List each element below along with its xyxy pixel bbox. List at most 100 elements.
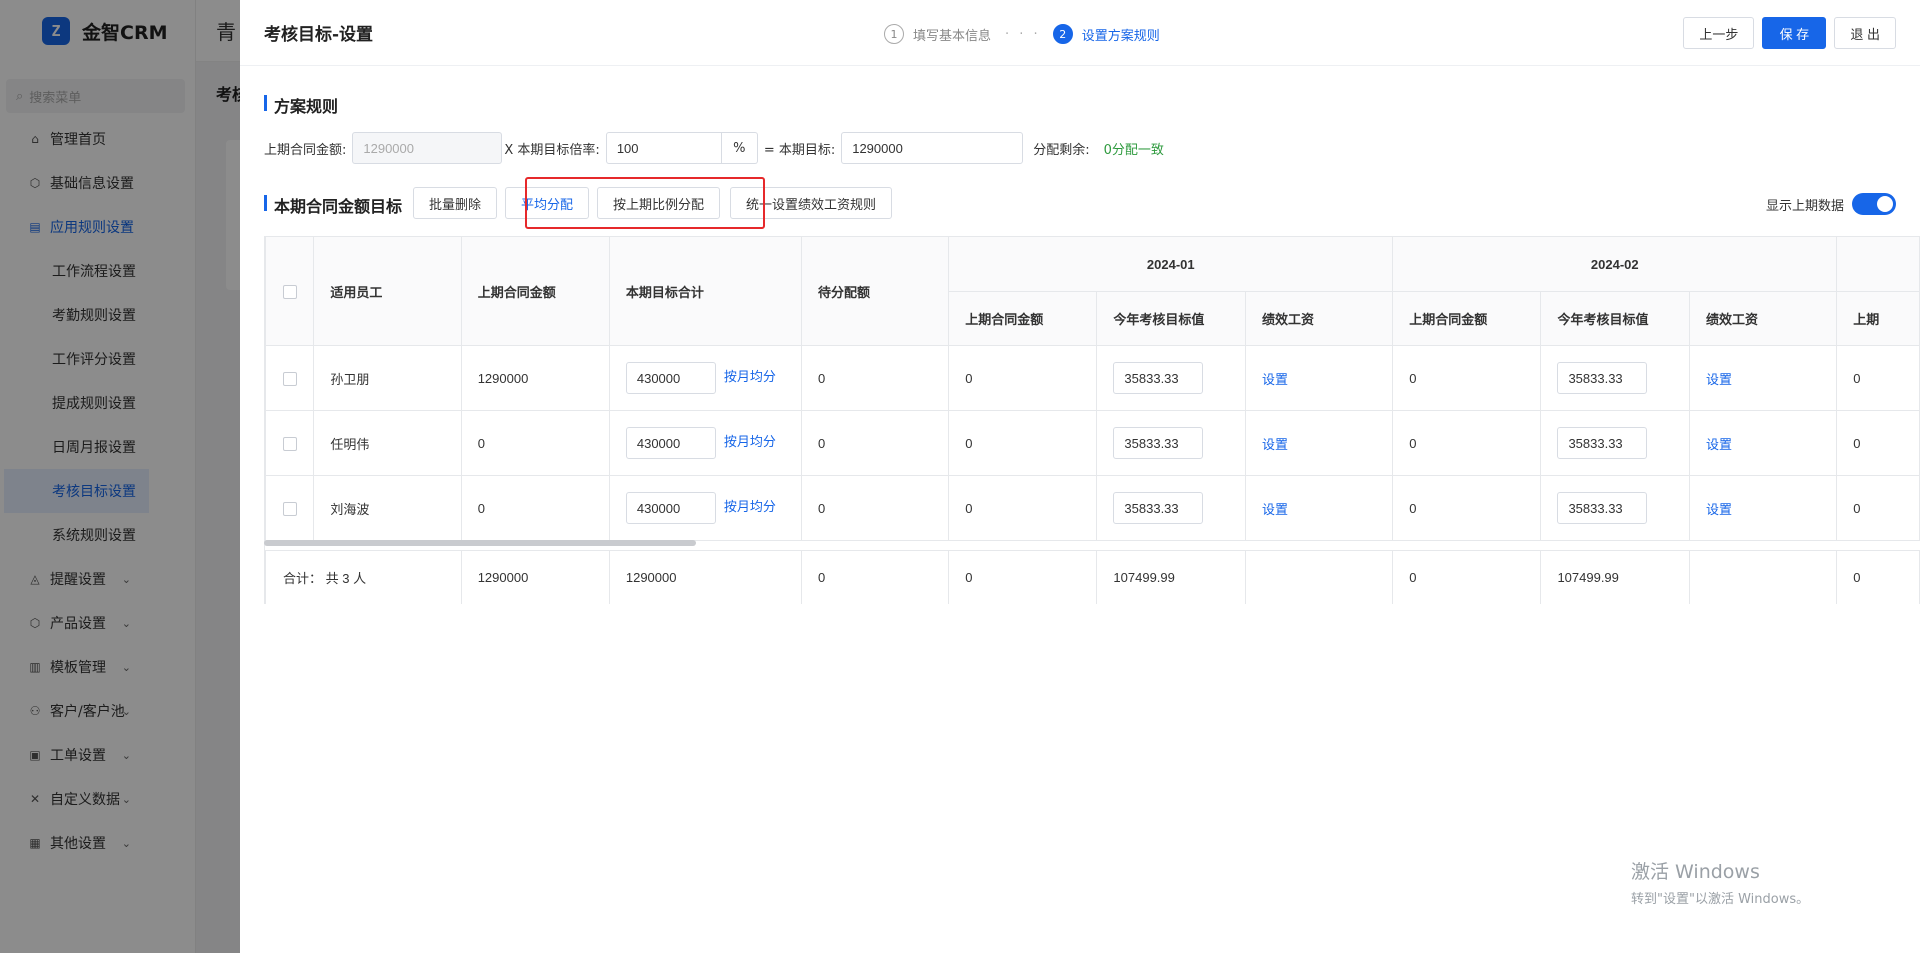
row-checkbox[interactable] (283, 436, 297, 451)
col-month-3 (1836, 236, 1920, 292)
m1-salary-set-link[interactable]: 设置 (1262, 502, 1288, 517)
m2-salary-set-link[interactable]: 设置 (1706, 372, 1732, 387)
watermark-line1: 激活 Windows (1631, 861, 1760, 883)
total-m1-target: 107499.99 (1096, 550, 1246, 604)
sub-perf-salary: 绩效工资 (1244, 291, 1394, 346)
cell-employee: 刘海波 (313, 475, 462, 541)
total-m2-salary (1689, 550, 1838, 604)
cell-m3-prev: 0 (1836, 475, 1920, 541)
target-label: = 本期目标: (763, 142, 836, 158)
sub-prev-amount: 上期合同金额 (1392, 291, 1542, 346)
target-total-input[interactable]: 430000 (625, 427, 716, 459)
multiplier-label: X 本期目标倍率: (504, 142, 600, 158)
cell-target-total: 430000 按月均分 (608, 345, 802, 411)
cell-m1-target: 35833.33 (1096, 410, 1246, 476)
show-prev-data: 显示上期数据 (1766, 193, 1896, 215)
m2-target-input[interactable]: 35833.33 (1557, 362, 1648, 394)
cell-target-total: 430000 按月均分 (608, 475, 802, 541)
prev-step-button[interactable]: 上一步 (1683, 17, 1755, 49)
cell-m1-prev: 0 (948, 475, 1098, 541)
header-row: 适用员工 上期合同金额 本期目标合计 待分配额 2024-01 2024-02 (265, 236, 1920, 346)
total-row: 合计： 共 3 人 1290000 1290000 0 0 107499.99 … (265, 550, 1920, 604)
exit-button[interactable]: 退 出 (1834, 17, 1896, 49)
monthly-split-link[interactable]: 按月均分 (724, 369, 776, 384)
drawer-header: 考核目标-设置 1 填写基本信息 · · · 2 设置方案规则 上一步 保 存 … (240, 0, 1920, 66)
target-total-input[interactable]: 430000 (625, 492, 716, 524)
cell-m2-target: 35833.33 (1540, 475, 1691, 541)
col-month-1: 2024-01 (948, 236, 1394, 292)
row-checkbox-cell (265, 410, 315, 476)
monthly-split-link[interactable]: 按月均分 (724, 499, 776, 514)
multiplier-input[interactable]: 100 (605, 132, 722, 164)
m2-salary-set-link[interactable]: 设置 (1706, 502, 1732, 517)
m1-target-input[interactable]: 35833.33 (1113, 427, 1204, 459)
step-dots: · · · (1005, 26, 1041, 42)
m2-target-input[interactable]: 35833.33 (1557, 427, 1648, 459)
m2-target-input[interactable]: 35833.33 (1557, 492, 1648, 524)
col-pending: 待分配额 (800, 236, 950, 346)
cell-pending: 0 (800, 345, 950, 411)
target-table: 适用员工 上期合同金额 本期目标合计 待分配额 2024-01 2024-02 … (264, 236, 1920, 604)
sub-target-value: 今年考核目标值 (1096, 291, 1246, 346)
show-prev-toggle[interactable] (1852, 193, 1896, 215)
step-1-number: 1 (884, 24, 904, 44)
target-section-title: 本期合同金额目标 (264, 193, 402, 217)
prev-amount-label: 上期合同金额: (264, 142, 347, 158)
total-m3-prev: 0 (1836, 550, 1920, 604)
remain-label: 分配剩余: (1033, 142, 1090, 158)
target-input[interactable]: 1290000 (841, 132, 1024, 164)
red-highlight-box (525, 177, 765, 229)
row-checkbox[interactable] (283, 371, 297, 386)
cell-m2-prev: 0 (1392, 345, 1542, 411)
batch-delete-button[interactable]: 批量删除 (413, 187, 498, 219)
m1-target-input[interactable]: 35833.33 (1113, 492, 1204, 524)
cell-m1-salary: 设置 (1244, 410, 1394, 476)
cell-m1-salary: 设置 (1244, 345, 1394, 411)
col-month-2: 2024-02 (1392, 236, 1838, 292)
horizontal-scrollbar[interactable] (264, 540, 696, 546)
cell-m3-prev: 0 (1836, 345, 1920, 411)
cell-target-total: 430000 按月均分 (608, 410, 802, 476)
target-total-input[interactable]: 430000 (625, 362, 716, 394)
sub-target-value: 今年考核目标值 (1540, 291, 1691, 346)
m2-salary-set-link[interactable]: 设置 (1706, 437, 1732, 452)
row-checkbox[interactable] (283, 501, 297, 516)
m1-salary-set-link[interactable]: 设置 (1262, 372, 1288, 387)
step-1-label: 填写基本信息 (913, 28, 992, 44)
cell-m2-prev: 0 (1392, 475, 1542, 541)
cell-m2-target: 35833.33 (1540, 410, 1691, 476)
m1-salary-set-link[interactable]: 设置 (1262, 437, 1288, 452)
table-row: 任明伟 0 430000 按月均分 0 0 35833.33 设置 0 35833… (265, 410, 1920, 476)
monthly-split-link[interactable]: 按月均分 (724, 434, 776, 449)
select-all-checkbox[interactable] (283, 284, 297, 299)
prev-amount-input[interactable]: 1290000 (352, 132, 503, 164)
cell-prev-amount: 1290000 (460, 345, 610, 411)
total-target: 1290000 (608, 550, 802, 604)
remain-value: 0分配一致 (1103, 142, 1164, 158)
cell-prev-amount: 0 (460, 410, 610, 476)
windows-activation-watermark: 激活 Windows 转到"设置"以激活 Windows。 (1631, 857, 1809, 907)
table-row: 刘海波 0 430000 按月均分 0 0 35833.33 设置 0 35833… (265, 475, 1920, 541)
total-pending: 0 (800, 550, 950, 604)
target-table-grid: 适用员工 上期合同金额 本期目标合计 待分配额 2024-01 2024-02 … (265, 236, 1920, 604)
cell-m1-prev: 0 (948, 410, 1098, 476)
cell-m1-target: 35833.33 (1096, 475, 1246, 541)
cell-pending: 0 (800, 475, 950, 541)
select-all-cell (265, 236, 315, 346)
sub-perf-salary: 绩效工资 (1689, 291, 1838, 346)
total-prev-amount: 1290000 (460, 550, 610, 604)
cell-m2-salary: 设置 (1689, 345, 1838, 411)
save-button[interactable]: 保 存 (1762, 17, 1827, 49)
plan-section-title: 方案规则 (264, 93, 338, 117)
drawer-title: 考核目标-设置 (264, 25, 374, 45)
cell-m2-target: 35833.33 (1540, 345, 1691, 411)
cell-employee: 任明伟 (313, 410, 462, 476)
cell-pending: 0 (800, 410, 950, 476)
table-row: 孙卫朋 1290000 430000 按月均分 0 0 35833.33 设置 0… (265, 345, 1920, 411)
step-2-label: 设置方案规则 (1081, 28, 1160, 44)
m1-target-input[interactable]: 35833.33 (1113, 362, 1204, 394)
total-m1-prev: 0 (948, 550, 1098, 604)
sub-prev-amount-partial: 上期 (1836, 291, 1920, 346)
total-label: 合计： 共 3 人 (265, 550, 462, 604)
watermark-line2: 转到"设置"以激活 Windows。 (1631, 892, 1810, 907)
